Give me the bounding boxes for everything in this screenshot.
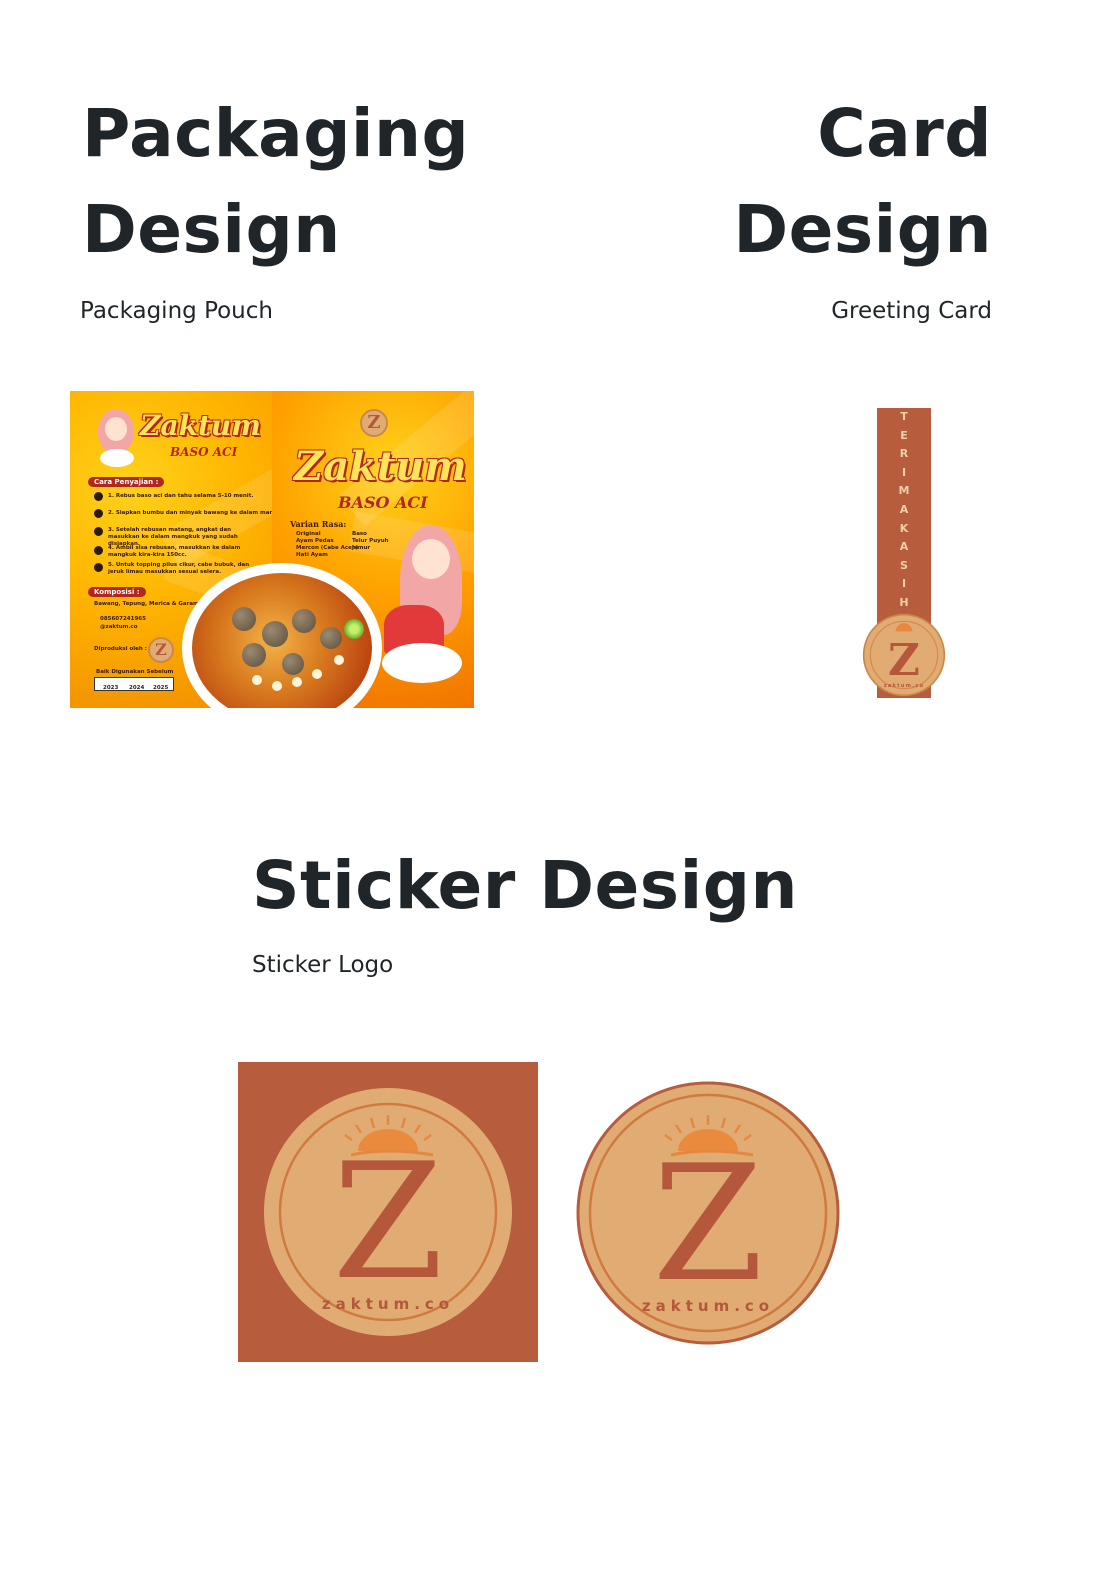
step-icon xyxy=(94,563,103,572)
card-logo-letter: Z xyxy=(888,635,920,686)
year-3: 2025 xyxy=(153,685,169,691)
greeting-card-text: T E R I M A K A S I H xyxy=(877,408,931,613)
sticker-round: Z zaktum.co xyxy=(576,1081,840,1345)
year-2: 2024 xyxy=(129,685,145,691)
step-icon xyxy=(94,527,103,536)
best-before-grid: 2023 2024 2025 xyxy=(94,677,174,691)
step-icon xyxy=(94,492,103,501)
step-1: 1. Rebus baso aci dan tahu selama 5-10 m… xyxy=(108,493,254,499)
card-letter: H xyxy=(899,595,909,609)
pouch-back-product: BASO ACI xyxy=(170,445,238,459)
card-letter: I xyxy=(901,465,907,479)
packaging-title-line1: Packaging xyxy=(82,95,470,172)
meatball xyxy=(320,627,342,649)
sticker-square-text: zaktum.co xyxy=(322,1295,454,1313)
card-letter: M xyxy=(898,484,910,498)
packaging-title-line2: Design xyxy=(82,191,341,268)
mascot-face xyxy=(412,539,450,579)
best-before-label: Baik Digunakan Sebelum xyxy=(96,669,174,675)
variant-4: Hati Ayam xyxy=(296,552,328,558)
tofu-piece xyxy=(312,669,322,679)
tofu-piece xyxy=(334,655,344,665)
variant-7: Jamur xyxy=(352,545,371,551)
card-design-title: Card Design xyxy=(733,86,992,278)
card-letter: K xyxy=(899,521,909,535)
card-letter: A xyxy=(899,502,909,516)
tofu-piece xyxy=(252,675,262,685)
mascot-face xyxy=(105,417,127,441)
tofu-piece xyxy=(272,681,282,691)
pouch-front-brand: Zaktum xyxy=(294,443,467,490)
tofu-piece xyxy=(292,677,302,687)
mascot-bowl xyxy=(100,449,134,467)
pouch-back-brand: Zaktum xyxy=(140,409,261,442)
packaging-pouch-image: Zaktum BASO ACI Cara Penyajian : 1. Rebu… xyxy=(70,391,474,708)
composition-label: Komposisi : xyxy=(88,587,146,597)
step-2: 2. Siapkan bumbu dan minyak bawang ke da… xyxy=(108,510,291,516)
sticker-round-letter: Z xyxy=(652,1130,763,1317)
pouch-front-panel: Z Zaktum BASO ACI Varian Rasa: Original … xyxy=(182,391,474,708)
meatball xyxy=(282,653,304,675)
card-logo-emblem: Z zaktum.co xyxy=(862,613,946,697)
meatball xyxy=(242,643,266,667)
card-title-line2: Design xyxy=(733,191,992,268)
variant-5: Baso xyxy=(352,531,367,537)
card-letter: I xyxy=(901,577,907,591)
how-to-serve-label: Cara Penyajian : xyxy=(88,477,165,487)
variant-1: Original xyxy=(296,531,321,537)
card-logo-text: zaktum.co xyxy=(884,683,925,689)
variant-2: Ayam Pedas xyxy=(296,538,334,544)
card-letter: A xyxy=(899,540,909,554)
card-subtitle: Greeting Card xyxy=(831,298,992,324)
lime-slice xyxy=(344,619,364,639)
packaging-design-title: Packaging Design xyxy=(82,86,469,278)
meatball xyxy=(232,607,256,631)
meatball xyxy=(262,621,288,647)
instagram-handle: @zaktum.co xyxy=(100,624,138,630)
sticker-subtitle: Sticker Logo xyxy=(252,952,394,978)
sticker-square-letter: Z xyxy=(332,1128,443,1315)
step-icon xyxy=(94,509,103,518)
pouch-back-logo-badge: Z xyxy=(148,637,174,663)
step-icon xyxy=(94,546,103,555)
sticker-round-text: zaktum.co xyxy=(642,1297,774,1315)
variants-label: Varian Rasa: xyxy=(290,519,347,529)
pouch-front-logo-badge: Z xyxy=(360,409,388,437)
packaging-subtitle: Packaging Pouch xyxy=(80,298,273,324)
sticker-design-title: Sticker Design xyxy=(252,847,798,924)
sticker-square-logo: Z zaktum.co xyxy=(264,1088,512,1336)
card-title-line1: Card xyxy=(817,95,992,172)
card-letter: R xyxy=(899,447,909,461)
variant-3: Mercon (Cabe Aceh) xyxy=(296,545,359,551)
card-letter: S xyxy=(900,558,908,572)
mascot-bowl xyxy=(382,643,462,683)
step-4: 4. Ambil sisa rebusan, masukkan ke dalam… xyxy=(108,545,241,558)
composition-text: Bawang, Tepung, Merica & Garam xyxy=(94,601,199,607)
meatball xyxy=(292,609,316,633)
pouch-front-product: BASO ACI xyxy=(338,493,428,512)
produced-by-label: Diproduksi oleh : xyxy=(94,646,147,652)
phone-number: 085607241965 xyxy=(100,616,146,622)
card-letter: T xyxy=(900,410,908,423)
year-1: 2023 xyxy=(103,685,119,691)
variant-6: Telur Puyuh xyxy=(352,538,389,544)
card-letter: E xyxy=(900,428,908,442)
